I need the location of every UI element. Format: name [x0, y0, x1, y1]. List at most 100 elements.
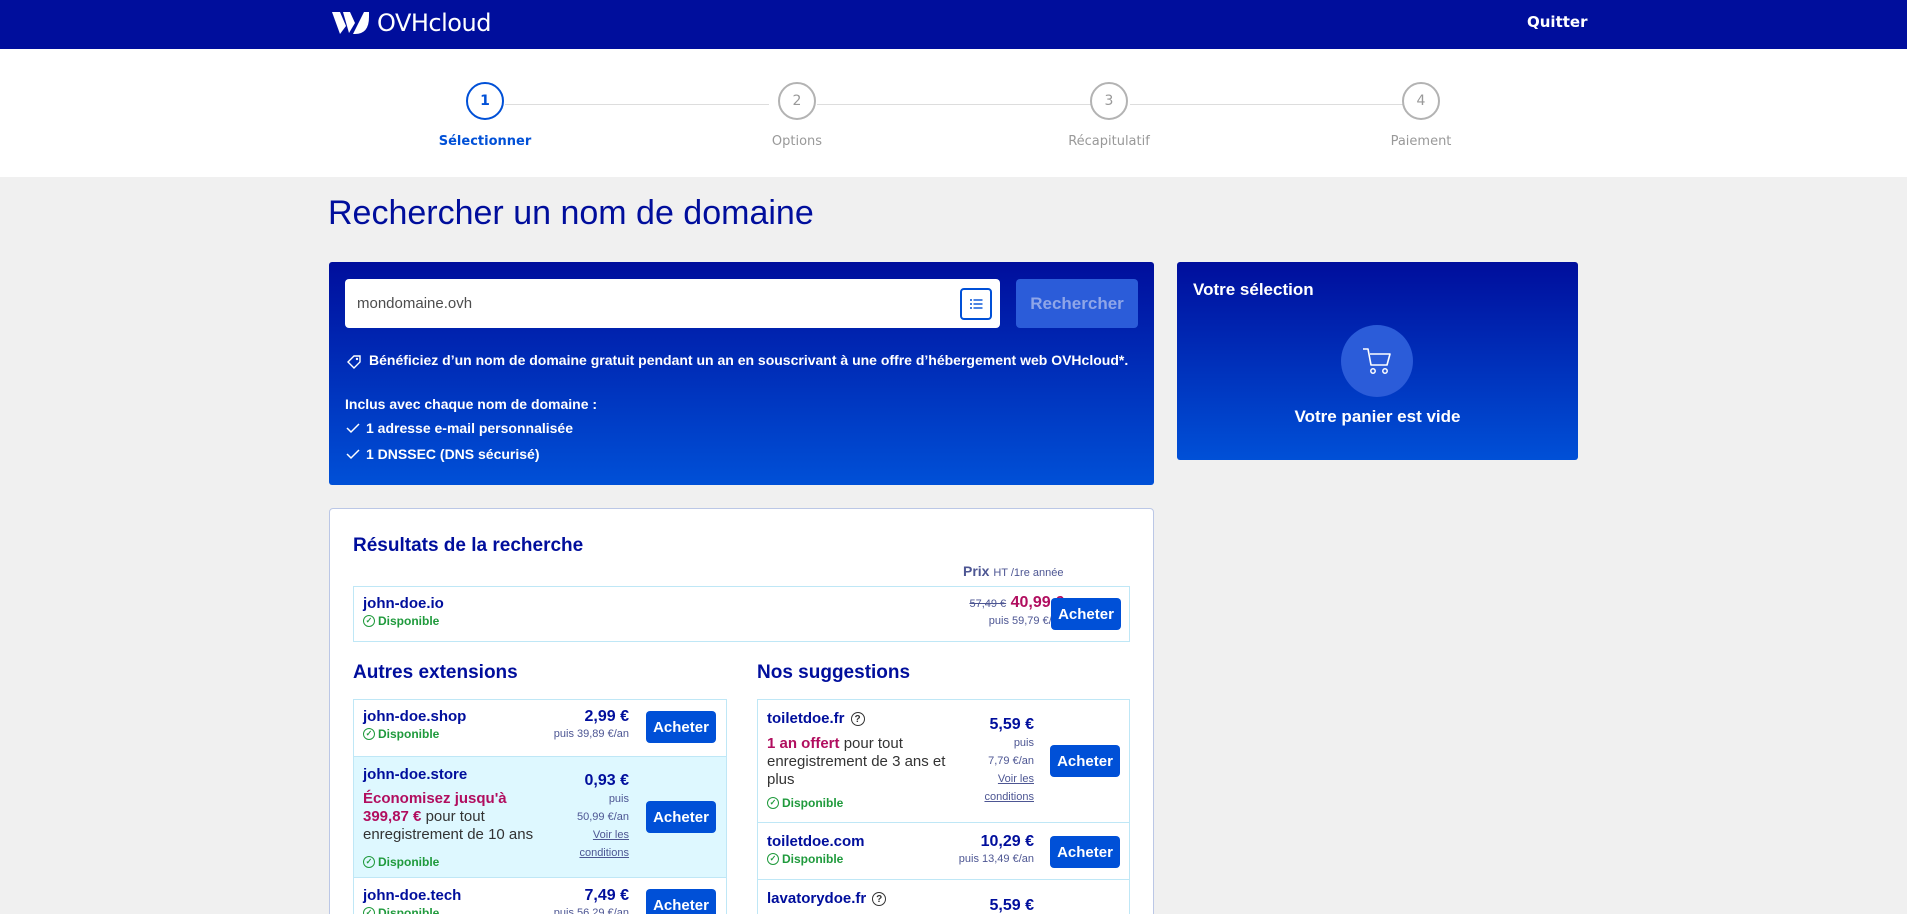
availability-badge: ✓ Disponible — [363, 906, 439, 914]
renewal-price: puis 39,89 €/an — [553, 728, 629, 740]
help-icon[interactable]: ? — [872, 892, 887, 907]
renewal-price: puis 7,79 €/an Voir les conditions — [908, 734, 1034, 806]
other-extensions-title: Autres extensions — [353, 662, 518, 683]
quit-link[interactable]: Quitter — [1527, 13, 1587, 31]
availability-text: Disponible — [782, 796, 844, 810]
conditions-link[interactable]: conditions — [504, 844, 629, 862]
renewal-price: puis 13,49 €/an — [958, 853, 1034, 865]
old-price: 57,49 € — [969, 598, 1007, 610]
step-number: 2 — [778, 82, 816, 120]
availability-badge: ✓ Disponible — [767, 852, 843, 866]
price: 0,93 € — [584, 772, 629, 789]
renewal-price: puis 50,99 €/an Voir les conditions — [504, 790, 629, 862]
brand-name: OVHcloud — [377, 9, 491, 37]
buy-button[interactable]: Acheter — [1050, 745, 1120, 777]
search-results: Résultats de la recherche Prix HT /1re a… — [329, 508, 1154, 914]
renewal-price: puis 56,29 €/an — [553, 907, 629, 914]
price: 10,29 € — [980, 833, 1034, 850]
price: 5,59 € — [989, 716, 1034, 733]
domain-search-panel: Rechercher Bénéficiez d’un nom de domain… — [329, 262, 1154, 485]
included-item-label: 1 adresse e-mail personnalisée — [366, 420, 573, 436]
top-bar: OVHcloud Quitter — [0, 0, 1907, 49]
list-item: lavatorydoe.fr? 5,59 € — [758, 880, 1129, 914]
price: 57,49 € 40,99 € — [874, 594, 1064, 612]
conditions-link[interactable]: Voir les — [504, 826, 629, 844]
included-item-label: 1 DNSSEC (DNS sécurisé) — [366, 446, 540, 462]
list-item-highlighted: john-doe.store Économisez jusqu'à 399,87… — [354, 757, 726, 877]
help-icon[interactable]: ? — [850, 712, 865, 727]
price-header-label: Prix — [963, 563, 990, 579]
availability-text: Disponible — [378, 855, 440, 869]
step-payment[interactable]: 4 Paiement — [1321, 82, 1521, 149]
check-circle-icon: ✓ — [363, 907, 375, 914]
step-label: Sélectionner — [438, 134, 532, 149]
conditions-link[interactable]: Voir les — [908, 770, 1034, 788]
included-item: 1 adresse e-mail personnalisée — [346, 420, 573, 436]
conditions-link[interactable]: conditions — [908, 788, 1034, 806]
renewal-amount: 7,79 €/an — [988, 755, 1034, 767]
check-circle-icon: ✓ — [363, 728, 375, 740]
buy-button[interactable]: Acheter — [1051, 598, 1121, 630]
ovhcloud-logo-icon — [332, 12, 369, 34]
domain-name: john-doe.shop — [363, 708, 467, 725]
included-title: Inclus avec chaque nom de domaine : — [345, 396, 598, 412]
tag-icon — [347, 355, 361, 369]
results-title: Résultats de la recherche — [353, 535, 584, 556]
renewal-prefix: puis — [1013, 737, 1034, 749]
renewal-price: puis 59,79 €/an — [988, 615, 1064, 627]
cart-empty-message: Votre panier est vide — [1294, 407, 1461, 426]
suggestions-list: toiletdoe.fr? 1 an offert pour tout enre… — [757, 699, 1130, 914]
cart-panel: Votre sélection Votre panier est vide — [1177, 262, 1578, 460]
list-item: toiletdoe.com ✓ Disponible 10,29 € puis … — [758, 823, 1129, 879]
availability-text: Disponible — [782, 852, 844, 866]
domain-name: john-doe.store — [363, 766, 468, 783]
buy-button[interactable]: Acheter — [646, 711, 716, 743]
ovhcloud-logo[interactable]: OVHcloud — [329, 9, 491, 37]
cart-title: Votre sélection — [1193, 280, 1314, 299]
step-label: Récapitulatif — [1068, 134, 1150, 149]
availability-text: Disponible — [378, 906, 440, 914]
check-circle-icon: ✓ — [363, 856, 375, 868]
renewal-prefix: puis — [608, 793, 629, 805]
domain-label: toiletdoe.fr — [767, 710, 845, 727]
domain-name: john-doe.io — [363, 595, 444, 612]
step-summary[interactable]: 3 Récapitulatif — [1009, 82, 1209, 149]
availability-badge: ✓ Disponible — [363, 855, 439, 869]
price-header: Prix HT /1re année — [963, 563, 1063, 579]
domain-search-input[interactable] — [357, 279, 947, 328]
buy-button[interactable]: Acheter — [646, 801, 716, 833]
step-number: 4 — [1402, 82, 1440, 120]
page-title: Rechercher un nom de domaine — [328, 194, 814, 232]
price: 5,59 € — [989, 897, 1034, 914]
check-icon — [346, 449, 360, 460]
availability-badge: ✓ Disponible — [767, 796, 843, 810]
step-label: Options — [771, 134, 823, 149]
price-header-sub: HT /1re année — [993, 567, 1064, 579]
suggestions-title: Nos suggestions — [757, 662, 911, 683]
buy-button[interactable]: Acheter — [646, 889, 716, 914]
check-circle-icon: ✓ — [363, 615, 375, 627]
price: 2,99 € — [584, 708, 629, 725]
step-options[interactable]: 2 Options — [697, 82, 897, 149]
step-select[interactable]: 1 Sélectionner — [385, 82, 585, 149]
list-item: john-doe.shop ✓ Disponible 2,99 € puis 3… — [354, 700, 726, 756]
search-button[interactable]: Rechercher — [1016, 279, 1138, 328]
domain-name: toiletdoe.com — [767, 833, 865, 850]
included-item: 1 DNSSEC (DNS sécurisé) — [346, 446, 540, 462]
shopping-cart-icon — [1363, 348, 1391, 374]
availability-text: Disponible — [378, 614, 440, 628]
renewal-amount: 50,99 €/an — [577, 811, 629, 823]
availability-badge: ✓ Disponible — [363, 614, 439, 628]
main-result-row: john-doe.io ✓ Disponible 57,49 € 40,99 €… — [353, 586, 1130, 642]
availability-badge: ✓ Disponible — [363, 727, 439, 741]
step-label: Paiement — [1390, 134, 1452, 149]
search-field[interactable] — [345, 279, 1000, 328]
check-circle-icon: ✓ — [767, 853, 779, 865]
list-item: toiletdoe.fr? 1 an offert pour tout enre… — [758, 700, 1129, 822]
domain-name: toiletdoe.fr? — [767, 710, 865, 727]
bulk-search-button[interactable] — [960, 288, 992, 320]
price: 7,49 € — [584, 887, 629, 904]
buy-button[interactable]: Acheter — [1050, 836, 1120, 868]
step-number: 1 — [466, 82, 504, 120]
promo-highlight: 1 an offert — [767, 735, 840, 752]
